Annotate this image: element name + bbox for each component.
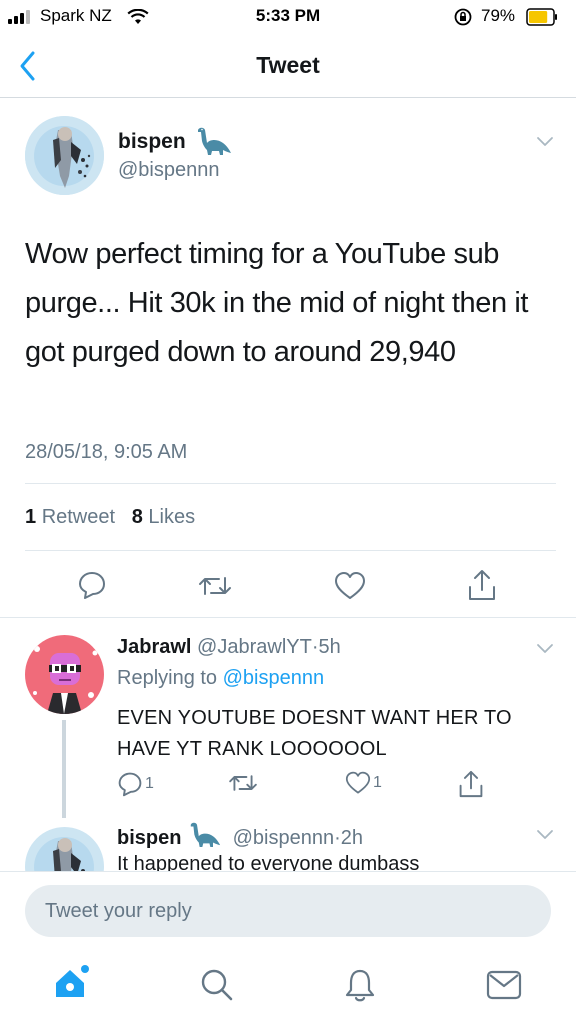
like-count: 1 — [373, 774, 382, 791]
share-icon — [459, 770, 483, 798]
dinosaur-icon — [198, 127, 231, 155]
reply-count: 1 — [145, 775, 154, 792]
retweet-button[interactable] — [227, 771, 259, 795]
retweet-icon[interactable] — [197, 572, 233, 600]
search-icon[interactable] — [199, 967, 235, 1003]
page-title: Tweet — [256, 52, 320, 78]
reply-tweet[interactable]: Jabrawl @JabrawlYT·5h Replying to @bispe… — [0, 619, 576, 819]
user-handle[interactable]: @bispennn — [233, 827, 334, 849]
user-name[interactable]: bispen — [117, 827, 181, 849]
orientation-lock-icon — [454, 8, 472, 26]
home-icon[interactable] — [52, 963, 92, 1003]
user-handle[interactable]: @JabrawlYT — [197, 636, 312, 658]
messages-icon[interactable] — [486, 970, 522, 1000]
separator-dot: · — [311, 636, 319, 658]
reply-actions: 1 1 — [117, 769, 497, 801]
tweet-timestamp: 28/05/18, 9:05 AM — [25, 441, 188, 463]
notifications-icon[interactable] — [343, 967, 377, 1003]
divider — [25, 483, 556, 484]
reply-header: Jabrawl @JabrawlYT·5h — [117, 636, 341, 659]
reply-tweet[interactable]: bispen @bispennn·2h It happened to every… — [0, 819, 576, 871]
chevron-down-icon[interactable] — [536, 643, 554, 655]
separator-dot: · — [334, 827, 341, 849]
like-button[interactable]: 1 — [345, 771, 382, 795]
user-handle[interactable]: @bispennn — [118, 159, 219, 182]
reply-text: EVEN YOUTUBE DOESNT WANT HER TO HAVE YT … — [117, 707, 512, 760]
reply-composer — [0, 871, 576, 951]
avatar[interactable] — [25, 116, 104, 195]
retweet-icon — [229, 775, 257, 791]
replying-to: Replying to @bispennn — [117, 667, 324, 690]
reply-button[interactable]: 1 — [117, 771, 154, 797]
reply-icon[interactable] — [77, 570, 107, 600]
reply-text: It happened to everyone dumbass — [117, 853, 420, 871]
chevron-down-icon[interactable] — [536, 136, 554, 148]
reply-time: 2h — [340, 827, 363, 849]
reply-time: 5h — [318, 636, 341, 658]
reply-header: bispen @bispennn·2h — [117, 821, 363, 850]
battery-icon — [526, 8, 557, 26]
nav-bar: Tweet — [0, 34, 576, 98]
battery-percent: 79% — [481, 6, 516, 25]
avatar[interactable] — [25, 827, 104, 871]
retweets-stat[interactable]: 1 Retweet — [25, 506, 115, 528]
likes-stat[interactable]: 8 Likes — [132, 506, 195, 528]
user-name[interactable]: bispen — [118, 130, 186, 154]
like-icon[interactable] — [334, 571, 366, 601]
replying-prefix: Replying to — [117, 667, 218, 689]
share-button[interactable] — [458, 769, 484, 799]
tab-bar — [0, 951, 576, 1024]
likes-count: 8 — [131, 506, 143, 528]
battery-fill — [529, 11, 548, 23]
tweet-text: Wow perfect timing for a YouTube sub pur… — [25, 238, 529, 368]
share-icon[interactable] — [467, 568, 497, 602]
retweets-count: 1 — [25, 506, 37, 528]
tweet-stats: 1 Retweet 8 Likes — [25, 506, 195, 529]
dinosaur-icon — [190, 822, 221, 847]
mention-link[interactable]: @bispennn — [223, 667, 324, 689]
like-icon — [345, 771, 371, 794]
user-name[interactable]: Jabrawl — [117, 636, 191, 658]
chevron-down-icon[interactable] — [536, 829, 554, 841]
retweets-label: Retweet — [41, 506, 116, 528]
status-bar: Spark NZ 5:33 PM 79% — [0, 0, 576, 34]
main-tweet: bispen @bispennn Wow perfect timing for … — [0, 98, 576, 618]
reply-input[interactable] — [25, 885, 551, 937]
reply-icon — [118, 772, 142, 797]
likes-label: Likes — [148, 506, 196, 528]
divider — [25, 550, 556, 551]
avatar[interactable] — [25, 635, 104, 714]
thread-line — [62, 720, 66, 818]
